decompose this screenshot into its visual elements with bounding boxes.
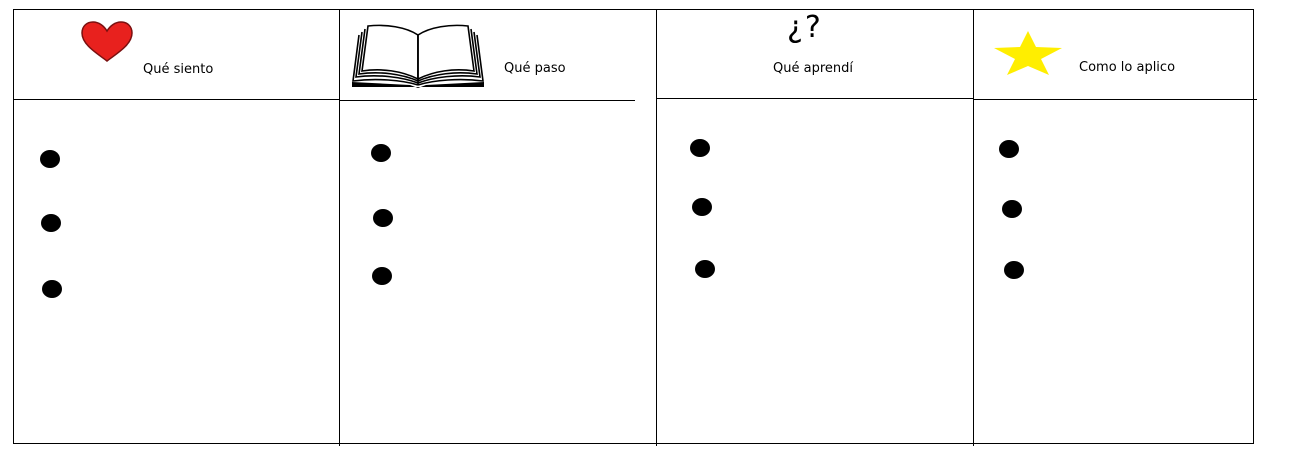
star-icon: [994, 31, 1062, 75]
bullet-point: [41, 214, 61, 232]
header-separator-4: [973, 99, 1257, 100]
bullet-point: [372, 267, 392, 285]
bullet-point: [42, 280, 62, 298]
bullet-point: [40, 150, 60, 168]
reflection-table: Qué siento Qué paso ¿? Qué aprendí Como …: [0, 0, 1295, 476]
open-book-icon: [352, 24, 484, 88]
column-label-que-paso: Qué paso: [504, 61, 566, 76]
question-marks-icon: ¿?: [787, 10, 823, 45]
column-divider-2: [656, 9, 657, 446]
bullet-point: [999, 140, 1019, 158]
table-right-border: [1253, 9, 1254, 444]
column-label-que-siento: Qué siento: [143, 62, 214, 77]
bullet-point: [690, 139, 710, 157]
bullet-point: [373, 209, 393, 227]
bullet-point: [695, 260, 715, 278]
column-label-que-aprendi: Qué aprendí: [773, 61, 853, 76]
header-separator-2: [339, 100, 635, 101]
header-separator-3: [656, 98, 974, 99]
bullet-point: [371, 144, 391, 162]
bullet-point: [1004, 261, 1024, 279]
bullet-point: [1002, 200, 1022, 218]
table-top-border: [13, 9, 1254, 10]
table-left-border: [13, 9, 14, 444]
header-separator-1: [13, 99, 340, 100]
heart-icon: [81, 21, 133, 62]
bullet-point: [692, 198, 712, 216]
column-label-como-lo-aplico: Como lo aplico: [1079, 60, 1176, 75]
column-divider-3: [973, 9, 974, 446]
table-bottom-border: [13, 443, 1254, 444]
column-divider-1: [339, 9, 340, 446]
